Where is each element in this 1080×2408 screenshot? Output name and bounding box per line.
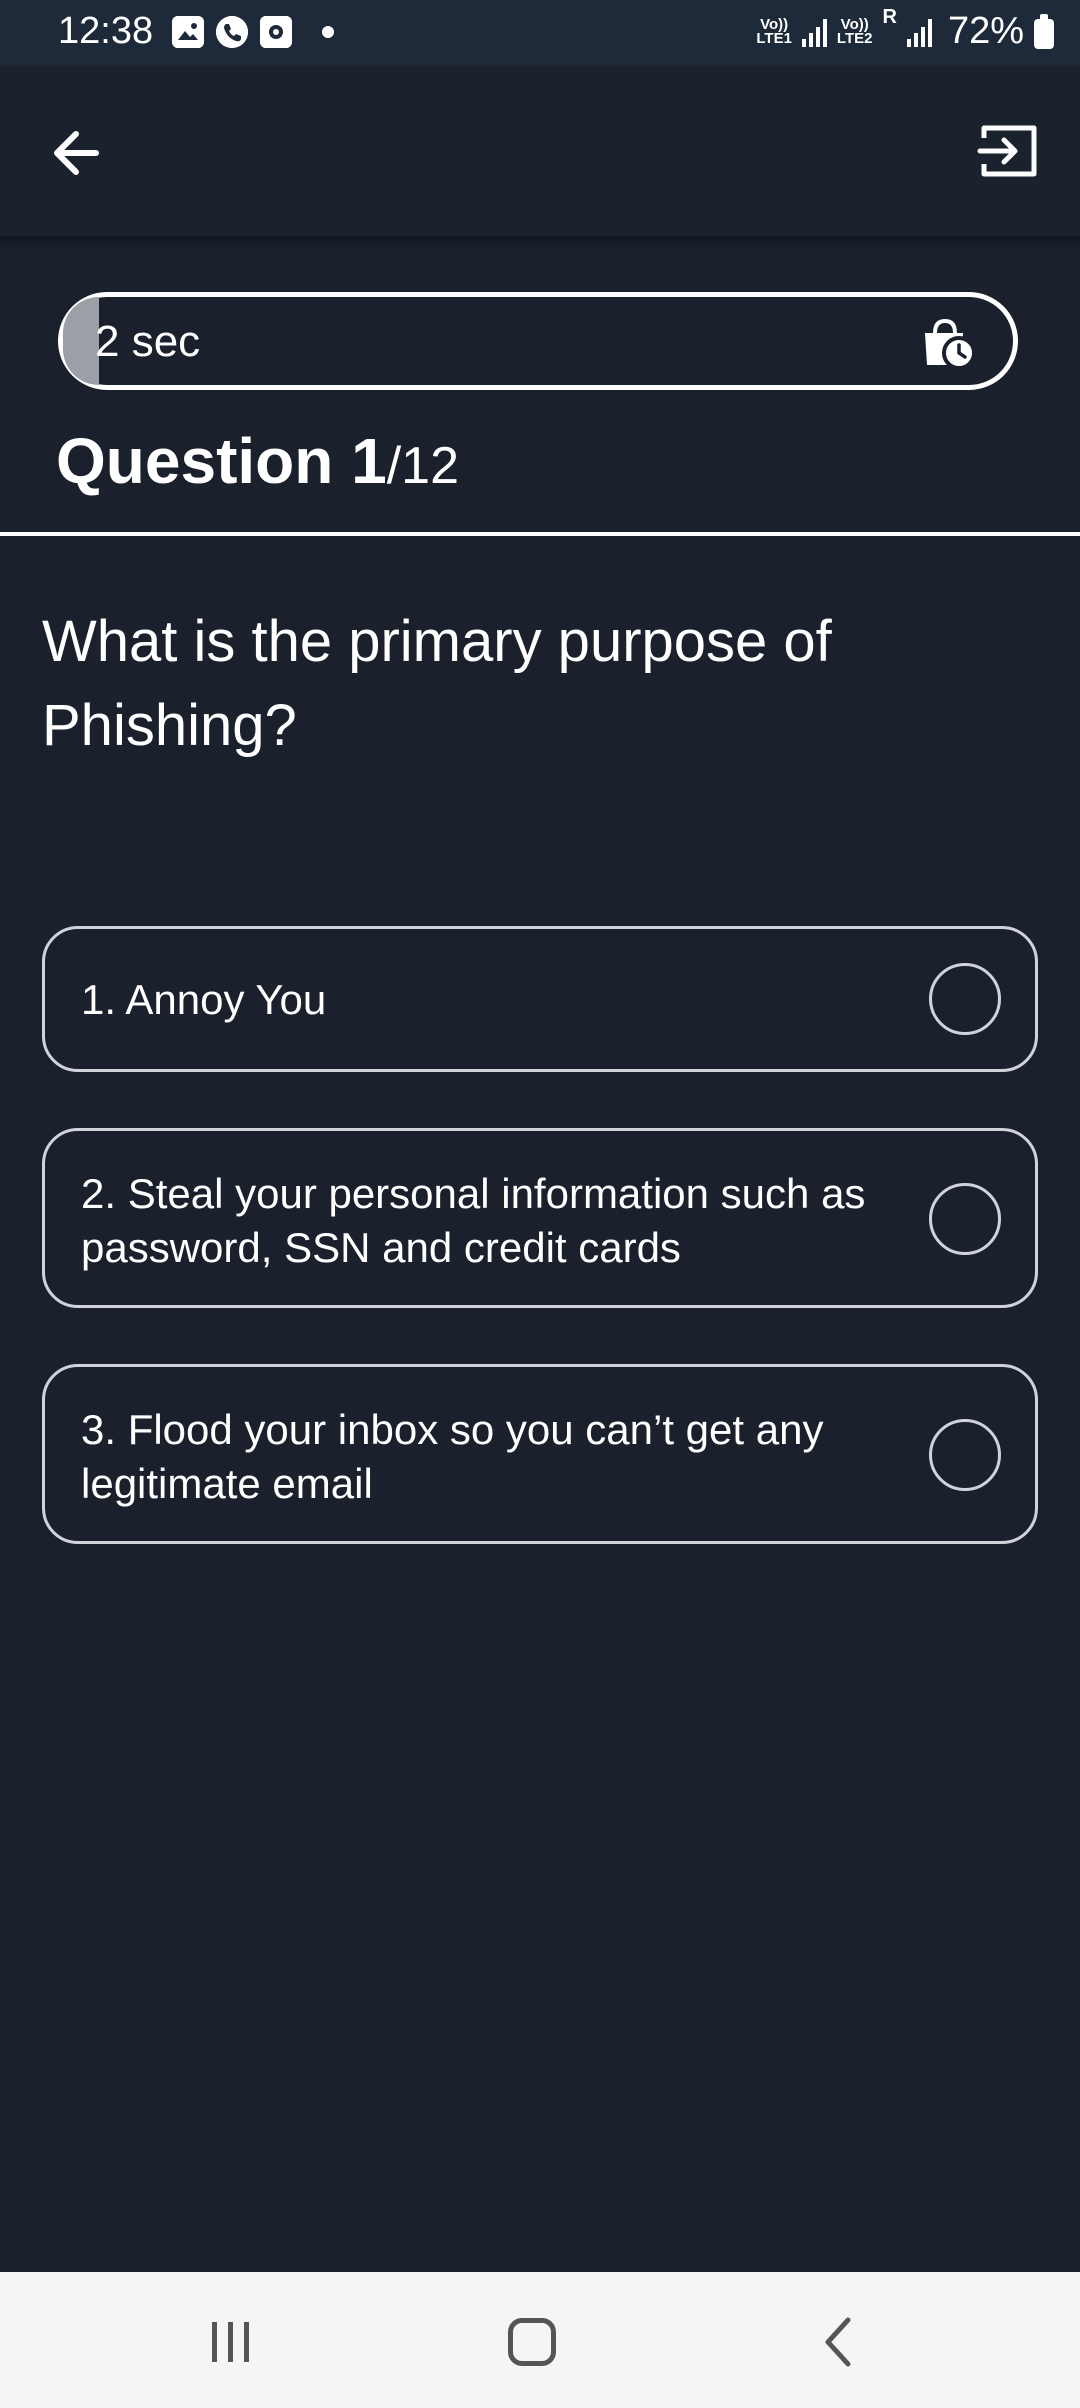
home-button[interactable] [508,2318,556,2366]
signal-icon-sim2 [906,17,932,47]
timer-text: 2 sec [95,317,201,366]
sim2-label: Vo)) LTE2 [836,15,873,47]
radio-button[interactable] [929,1419,1001,1491]
back-button[interactable] [44,118,114,188]
status-time: 12:38 [58,10,154,52]
status-bar: 12:38 Vo)) LTE1 Vo)) LTE2 R 72% [0,0,1080,66]
roaming-label: R [882,6,897,28]
recent-apps-button[interactable] [208,2322,254,2362]
status-system-icons: Vo)) LTE1 Vo)) LTE2 R 72% [756,6,1054,53]
system-back-button[interactable] [818,2316,858,2368]
radio-button[interactable] [929,1183,1001,1255]
timer-bar: 2 sec [58,292,1018,390]
sim1-label: Vo)) LTE1 [756,15,792,47]
answer-option-label: 2. Steal your personal information such … [81,1170,866,1271]
exit-button[interactable] [976,116,1042,186]
gallery-icon [172,16,204,48]
question-counter-label: Question 1 [56,425,387,497]
phone-icon [216,16,248,48]
system-nav-bar [0,2272,1080,2408]
question-text: What is the primary purpose of Phishing? [42,609,832,758]
arrow-left-icon [54,131,99,175]
battery-percent: 72% [947,10,1024,52]
answer-option-label: 1. Annoy You [81,976,327,1023]
radio-button[interactable] [929,963,1001,1035]
recent-apps-icon [212,2322,249,2362]
signal-icon-sim1 [801,17,827,47]
screen-record-icon [260,16,292,48]
back-chevron-icon [825,2317,851,2367]
question-counter: Question 1/12 [56,424,459,498]
answer-option-1[interactable]: 1. Annoy You [42,926,1038,1072]
answer-option-2[interactable]: 2. Steal your personal information such … [42,1128,1038,1308]
battery-icon [1034,13,1054,49]
divider [0,532,1080,536]
timer-progress [63,297,99,385]
status-notification-icons [172,16,334,48]
question-counter-total: /12 [386,437,460,495]
app-header [0,66,1080,236]
answer-option-3[interactable]: 3. Flood your inbox so you can’t get any… [42,1364,1038,1544]
notification-dot [322,26,334,38]
timer-bag-icon [921,315,979,373]
answer-option-label: 3. Flood your inbox so you can’t get any… [81,1406,824,1507]
exit-icon [977,125,1037,177]
